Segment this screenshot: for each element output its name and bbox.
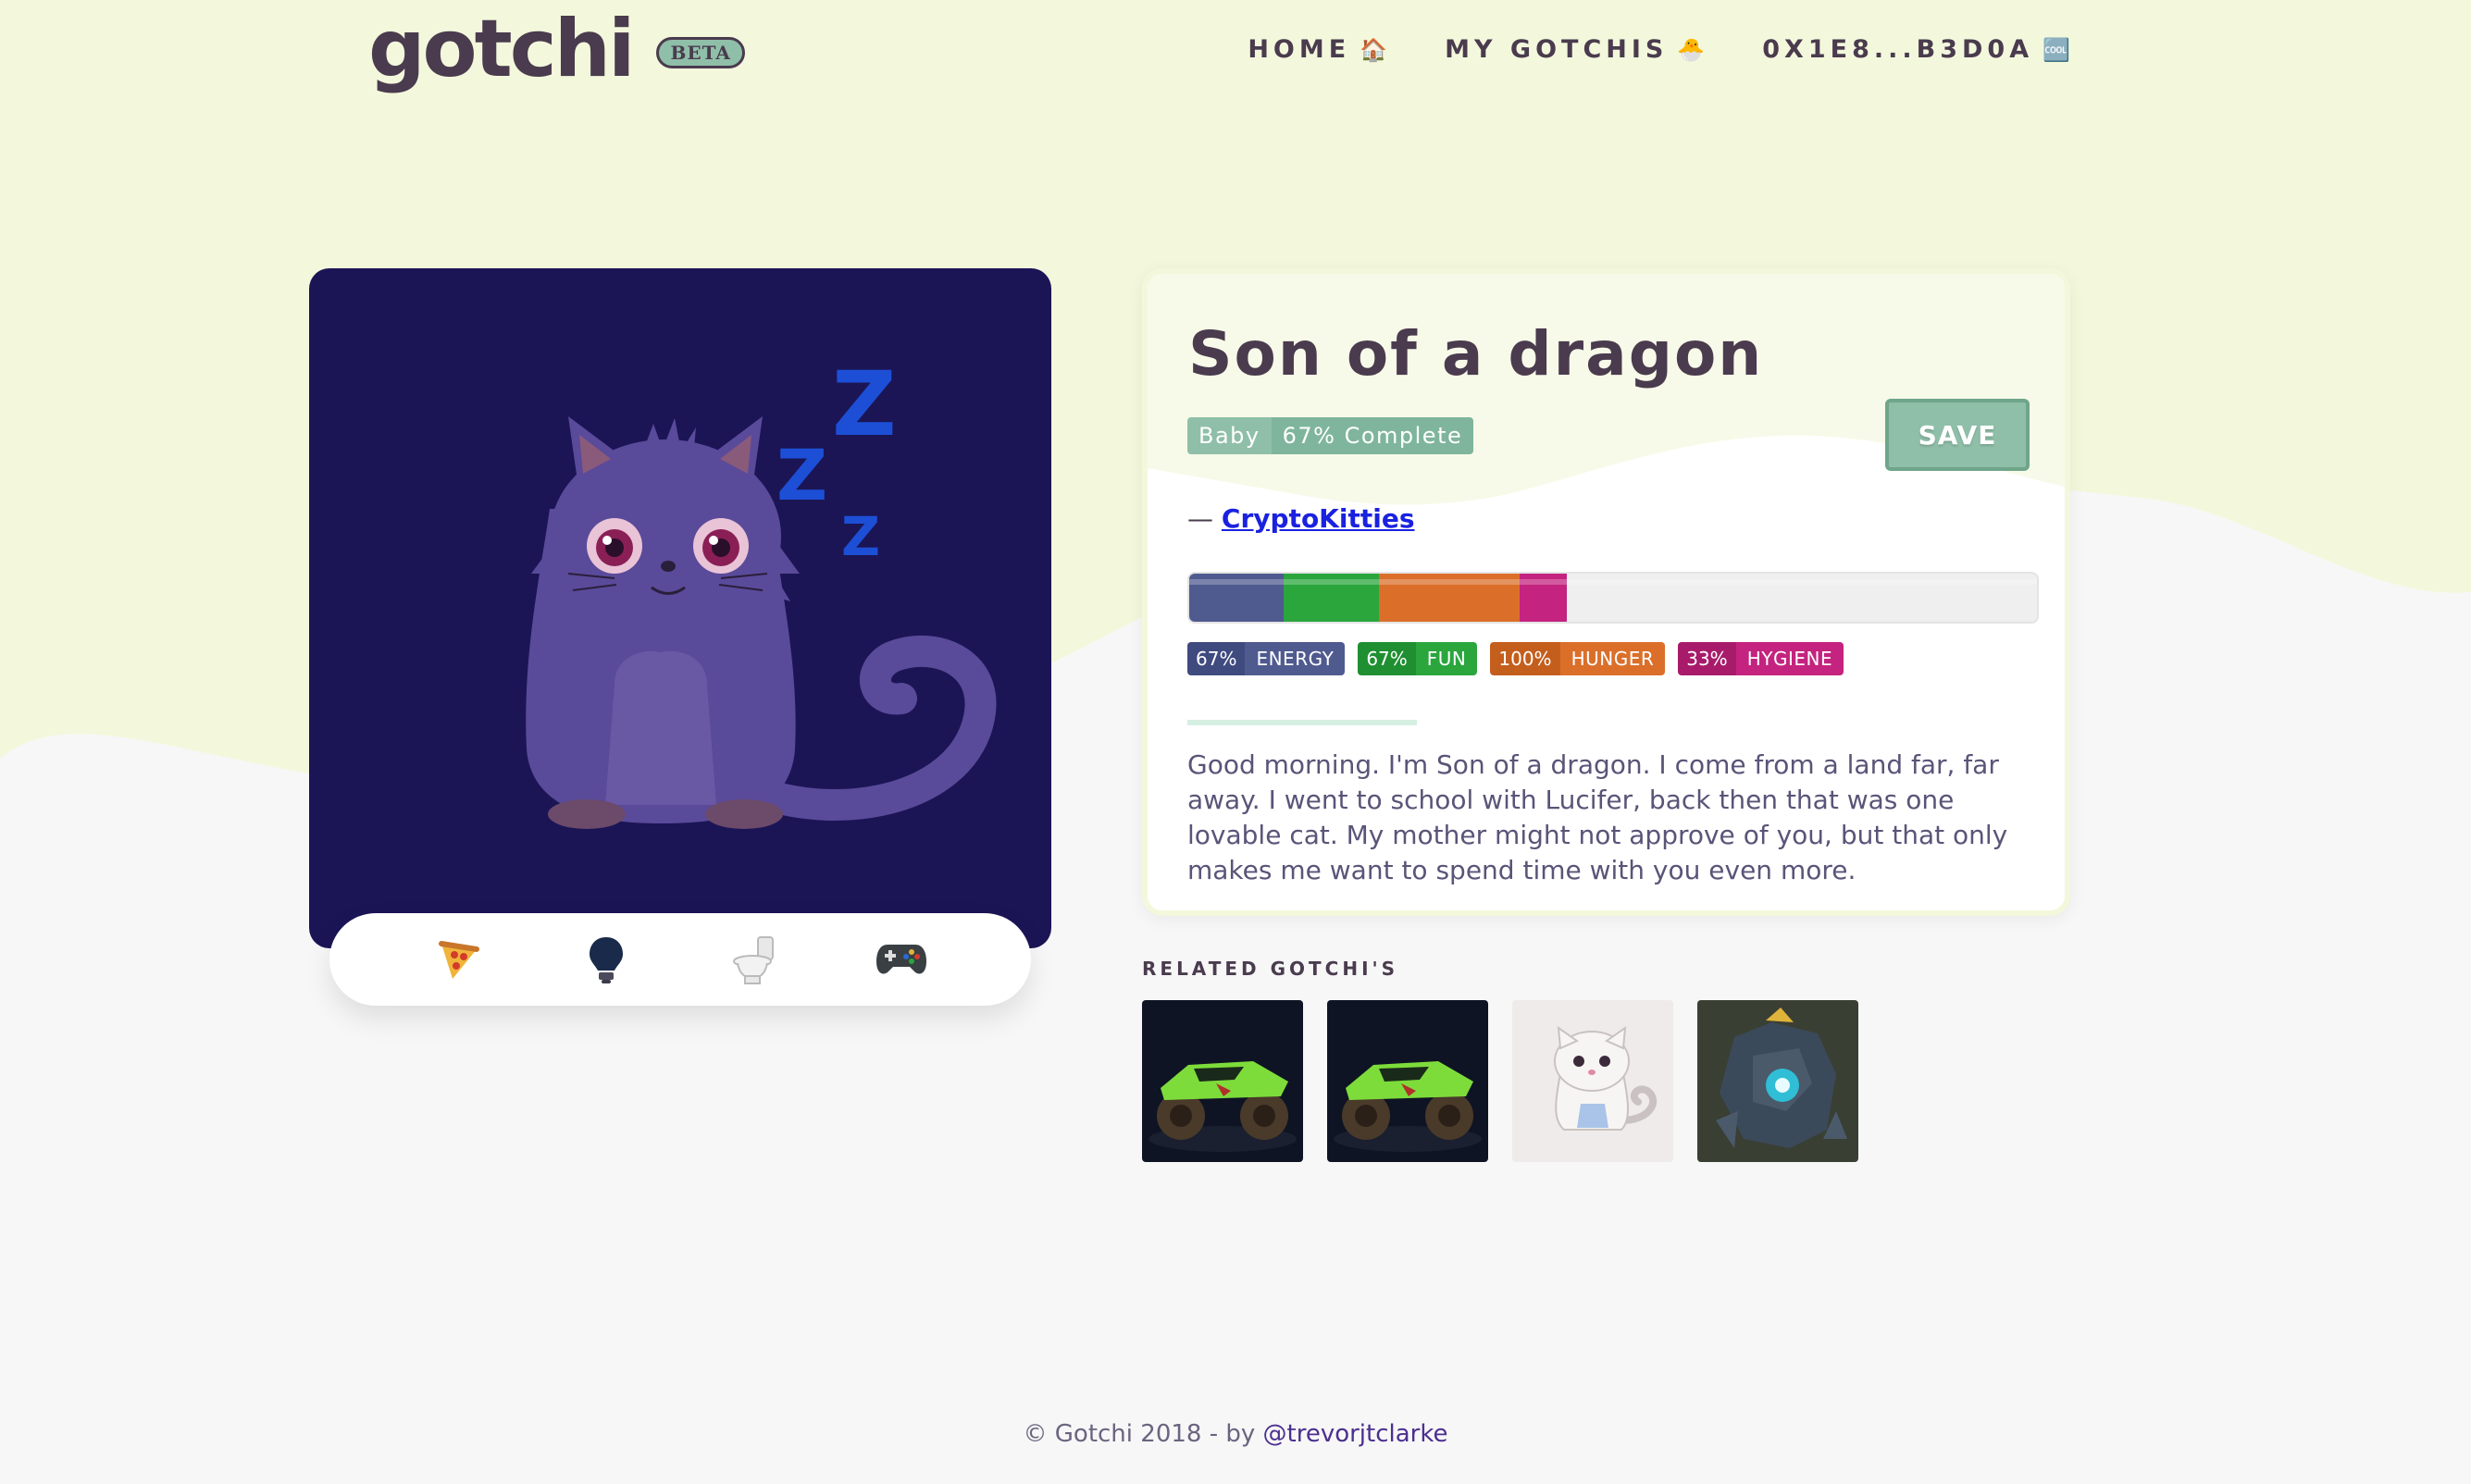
pet-info-card: Son of a dragon Baby 67% Complete SAVE —… [1142, 268, 2070, 916]
sleep-z-large: Z [832, 352, 897, 456]
wallet-address-label: 0X1E8...B3D0A [1762, 35, 2034, 64]
white-kitty-icon [1512, 1000, 1673, 1162]
author-link[interactable]: @trevorjtclarke [1263, 1420, 1448, 1448]
stat-hunger-name: HUNGER [1559, 642, 1666, 675]
stat-hunger-percent: 100% [1490, 642, 1560, 675]
nav-home-label: HOME [1248, 35, 1351, 64]
source-prefix: — [1187, 503, 1222, 534]
stat-hunger: 100% HUNGER [1490, 642, 1666, 675]
footer-text: © Gotchi 2018 - by [1023, 1420, 1263, 1448]
stage-badge: Baby 67% Complete [1187, 417, 1474, 454]
house-icon: 🏠 [1360, 36, 1388, 63]
source-line: — CryptoKitties [1187, 503, 1415, 534]
related-item[interactable] [1512, 1000, 1673, 1162]
divider [1187, 720, 1417, 725]
progress-label: 67% Complete [1271, 417, 1474, 454]
nav-wallet-address[interactable]: 0X1E8...B3D0A 🆒 [1762, 35, 2070, 64]
nav-my-gotchis[interactable]: MY GOTCHIS 🐣 [1445, 35, 1705, 64]
nav-home[interactable]: HOME 🏠 [1248, 35, 1387, 64]
pizza-icon [438, 941, 479, 979]
nav-my-gotchis-label: MY GOTCHIS [1445, 35, 1669, 64]
logo-text: gotchi [368, 3, 635, 95]
stat-labels: 67% ENERGY 67% FUN 100% HUNGER 33% HYGIE… [1187, 642, 1844, 675]
play-button[interactable] [864, 922, 938, 996]
related-title: RELATED GOTCHI'S [1142, 958, 1399, 980]
gamepad-icon [876, 945, 927, 974]
toilet-icon [732, 936, 774, 984]
lights-button[interactable] [569, 922, 643, 996]
stage-label: Baby [1187, 417, 1272, 454]
save-button[interactable]: SAVE [1885, 399, 2030, 471]
sleep-z-small: Z [841, 505, 880, 568]
beta-badge: BETA [656, 37, 745, 68]
cool-icon: 🆒 [2043, 36, 2070, 63]
feed-button[interactable] [422, 922, 496, 996]
related-item[interactable] [1697, 1000, 1858, 1162]
pet-name: Son of a dragon [1188, 318, 1764, 390]
pet-illustration: Z Z Z [526, 352, 997, 829]
main-nav: HOME 🏠 MY GOTCHIS 🐣 0X1E8...B3D0A 🆒 [1248, 35, 2070, 64]
robot-golem-icon [1697, 1000, 1858, 1162]
stat-hygiene: 33% HYGIENE [1678, 642, 1844, 675]
monster-truck-icon [1327, 1000, 1488, 1162]
pet-bio: Good morning. I'm Son of a dragon. I com… [1187, 749, 2008, 885]
stat-energy-percent: 67% [1187, 642, 1246, 675]
lightbulb-icon [590, 937, 624, 983]
stat-energy: 67% ENERGY [1187, 642, 1346, 675]
stat-fun: 67% FUN [1358, 642, 1478, 675]
monster-truck-icon [1142, 1000, 1303, 1162]
stat-fun-name: FUN [1415, 642, 1478, 675]
footer: © Gotchi 2018 - by @trevorjtclarke [0, 1420, 2471, 1448]
related-list [1142, 1000, 1858, 1162]
stat-energy-name: ENERGY [1245, 642, 1346, 675]
related-item[interactable] [1327, 1000, 1488, 1162]
source-link[interactable]: CryptoKitties [1222, 503, 1415, 534]
hatching-chick-icon: 🐣 [1677, 36, 1706, 63]
stat-hygiene-name: HYGIENE [1735, 642, 1844, 675]
clean-button[interactable] [717, 922, 791, 996]
stats-progress-bar [1187, 572, 2039, 624]
stat-hygiene-percent: 33% [1678, 642, 1736, 675]
pet-display: Z Z Z [309, 268, 1051, 948]
related-item[interactable] [1142, 1000, 1303, 1162]
stat-fun-percent: 67% [1358, 642, 1416, 675]
sleep-z-medium: Z [776, 434, 827, 516]
action-bar [329, 913, 1031, 1006]
logo[interactable]: gotchi BETA [368, 9, 745, 89]
